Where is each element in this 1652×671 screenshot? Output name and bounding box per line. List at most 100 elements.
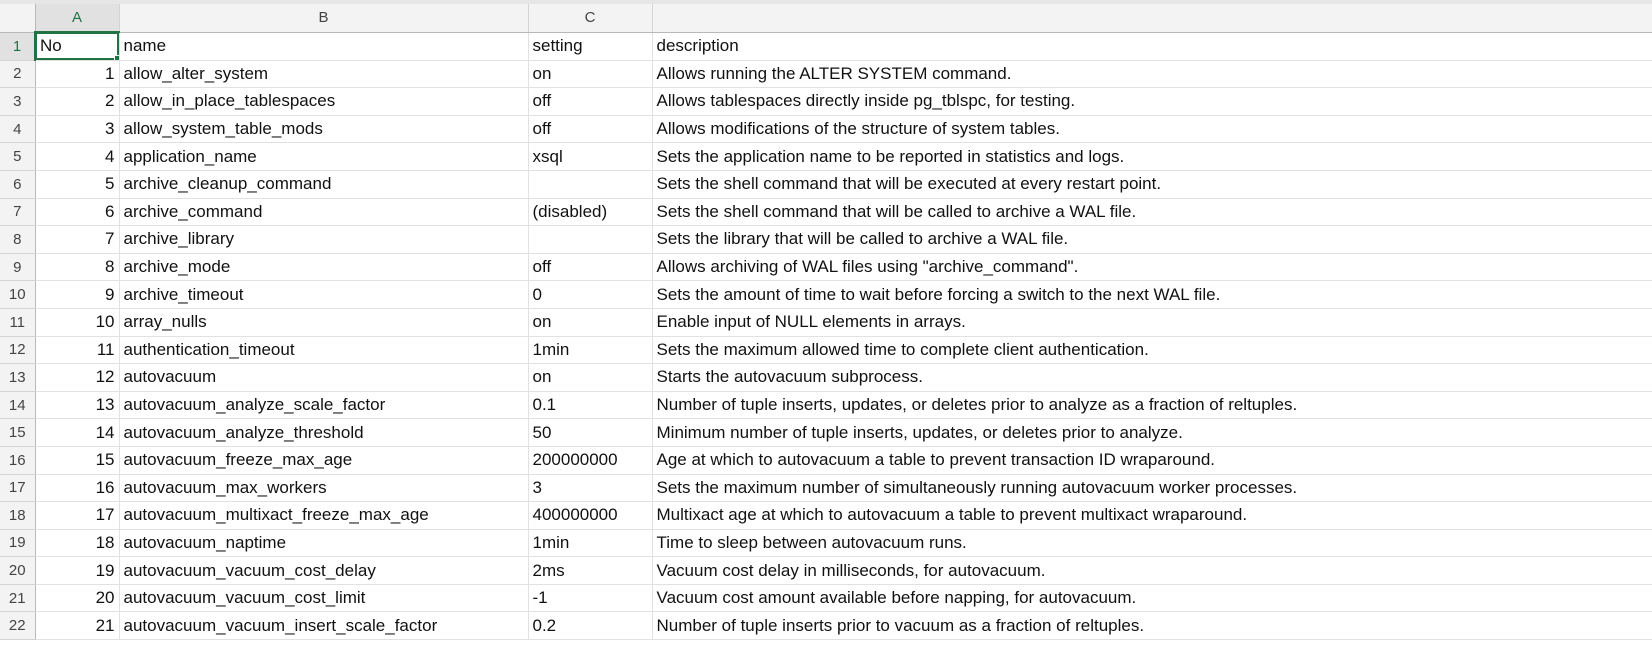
cell-no[interactable]: 5 <box>35 170 120 199</box>
row-header[interactable]: 4 <box>0 115 36 144</box>
cell-no[interactable]: 19 <box>35 556 120 585</box>
cell-setting-header[interactable]: setting <box>528 32 653 61</box>
cell-name[interactable]: autovacuum_vacuum_cost_delay <box>119 556 529 585</box>
row-header[interactable]: 14 <box>0 391 36 420</box>
cell-description[interactable]: Enable input of NULL elements in arrays. <box>652 308 1652 337</box>
cell-description[interactable]: Allows archiving of WAL files using "arc… <box>652 253 1652 282</box>
cell-name[interactable]: allow_system_table_mods <box>119 115 529 144</box>
cell-name[interactable]: autovacuum_max_workers <box>119 474 529 503</box>
cell-setting[interactable]: 0.2 <box>528 611 653 641</box>
cell-description-header[interactable]: description <box>652 32 1652 61</box>
cell-name[interactable]: archive_library <box>119 225 529 254</box>
cell-no[interactable]: 16 <box>35 474 120 503</box>
cell-name[interactable]: autovacuum <box>119 363 529 392</box>
cell-no[interactable]: 15 <box>35 446 120 475</box>
row-header[interactable]: 12 <box>0 336 36 365</box>
cell-description[interactable]: Sets the maximum number of simultaneousl… <box>652 474 1652 503</box>
cell-no[interactable]: 21 <box>35 611 120 641</box>
cell-setting[interactable]: 1min <box>528 529 653 558</box>
cell-setting[interactable]: 200000000 <box>528 446 653 475</box>
cell-setting[interactable]: 0 <box>528 280 653 309</box>
cell-name-header[interactable]: name <box>119 32 529 61</box>
row-header[interactable]: 6 <box>0 170 36 199</box>
cell-no[interactable]: 4 <box>35 142 120 171</box>
cell-name[interactable]: autovacuum_analyze_threshold <box>119 418 529 447</box>
row-header[interactable]: 9 <box>0 253 36 282</box>
cell-name[interactable]: autovacuum_freeze_max_age <box>119 446 529 475</box>
cell-setting[interactable]: on <box>528 308 653 337</box>
cell-setting[interactable]: on <box>528 363 653 392</box>
column-header-d[interactable] <box>652 4 1652 33</box>
row-header[interactable]: 16 <box>0 446 36 475</box>
cell-no[interactable]: 2 <box>35 87 120 116</box>
fill-handle[interactable] <box>113 54 118 60</box>
row-header[interactable]: 7 <box>0 198 36 227</box>
cell-no-header[interactable]: No <box>35 32 120 61</box>
row-header[interactable]: 13 <box>0 363 36 392</box>
cell-setting[interactable] <box>528 170 653 199</box>
cell-setting[interactable]: off <box>528 87 653 116</box>
cell-no[interactable]: 17 <box>35 501 120 530</box>
cell-name[interactable]: archive_cleanup_command <box>119 170 529 199</box>
cell-name[interactable]: application_name <box>119 142 529 171</box>
cell-setting[interactable]: 0.1 <box>528 391 653 420</box>
cell-description[interactable]: Sets the maximum allowed time to complet… <box>652 336 1652 365</box>
cell-no[interactable]: 8 <box>35 253 120 282</box>
cell-description[interactable]: Multixact age at which to autovacuum a t… <box>652 501 1652 530</box>
column-header-c[interactable]: C <box>528 4 653 33</box>
cell-no[interactable]: 11 <box>35 336 120 365</box>
row-header[interactable]: 10 <box>0 280 36 309</box>
cell-name[interactable]: archive_command <box>119 198 529 227</box>
column-header-a[interactable]: A <box>35 4 120 33</box>
cell-name[interactable]: allow_in_place_tablespaces <box>119 87 529 116</box>
cell-no[interactable]: 1 <box>35 60 120 89</box>
cell-description[interactable]: Sets the shell command that will be exec… <box>652 170 1652 199</box>
cell-name[interactable]: autovacuum_vacuum_insert_scale_factor <box>119 611 529 641</box>
cell-setting[interactable]: 400000000 <box>528 501 653 530</box>
row-header[interactable]: 11 <box>0 308 36 337</box>
cell-description[interactable]: Allows running the ALTER SYSTEM command. <box>652 60 1652 89</box>
cell-name[interactable]: archive_timeout <box>119 280 529 309</box>
cell-description[interactable]: Sets the library that will be called to … <box>652 225 1652 254</box>
cell-setting[interactable]: off <box>528 115 653 144</box>
cell-description[interactable]: Allows modifications of the structure of… <box>652 115 1652 144</box>
cell-name[interactable]: autovacuum_naptime <box>119 529 529 558</box>
cell-no[interactable]: 14 <box>35 418 120 447</box>
cell-description[interactable]: Starts the autovacuum subprocess. <box>652 363 1652 392</box>
cell-no[interactable]: 10 <box>35 308 120 337</box>
cell-description[interactable]: Vacuum cost amount available before napp… <box>652 584 1652 613</box>
cell-description[interactable]: Minimum number of tuple inserts, updates… <box>652 418 1652 447</box>
cell-no[interactable]: 6 <box>35 198 120 227</box>
cell-name[interactable]: authentication_timeout <box>119 336 529 365</box>
cell-description[interactable]: Number of tuple inserts prior to vacuum … <box>652 611 1652 641</box>
row-header[interactable]: 19 <box>0 529 36 558</box>
row-header[interactable]: 8 <box>0 225 36 254</box>
cell-description[interactable]: Time to sleep between autovacuum runs. <box>652 529 1652 558</box>
row-header[interactable]: 20 <box>0 556 36 585</box>
cell-name[interactable]: autovacuum_analyze_scale_factor <box>119 391 529 420</box>
cell-setting[interactable]: off <box>528 253 653 282</box>
cell-no[interactable]: 18 <box>35 529 120 558</box>
cell-name[interactable]: autovacuum_multixact_freeze_max_age <box>119 501 529 530</box>
row-header[interactable]: 5 <box>0 142 36 171</box>
cell-description[interactable]: Sets the shell command that will be call… <box>652 198 1652 227</box>
cell-description[interactable]: Number of tuple inserts, updates, or del… <box>652 391 1652 420</box>
cell-setting[interactable]: 2ms <box>528 556 653 585</box>
cell-no[interactable]: 9 <box>35 280 120 309</box>
cell-name[interactable]: allow_alter_system <box>119 60 529 89</box>
row-header[interactable]: 15 <box>0 418 36 447</box>
cell-no[interactable]: 12 <box>35 363 120 392</box>
column-header-b[interactable]: B <box>119 4 529 33</box>
row-header[interactable]: 18 <box>0 501 36 530</box>
cell-no[interactable]: 20 <box>35 584 120 613</box>
cell-description[interactable]: Sets the amount of time to wait before f… <box>652 280 1652 309</box>
cell-description[interactable]: Age at which to autovacuum a table to pr… <box>652 446 1652 475</box>
cell-setting[interactable]: 50 <box>528 418 653 447</box>
cell-no[interactable]: 13 <box>35 391 120 420</box>
cell-setting[interactable]: -1 <box>528 584 653 613</box>
row-header[interactable]: 2 <box>0 60 36 89</box>
select-all-corner[interactable] <box>0 4 36 33</box>
cell-name[interactable]: archive_mode <box>119 253 529 282</box>
cell-setting[interactable]: on <box>528 60 653 89</box>
cell-setting[interactable]: xsql <box>528 142 653 171</box>
